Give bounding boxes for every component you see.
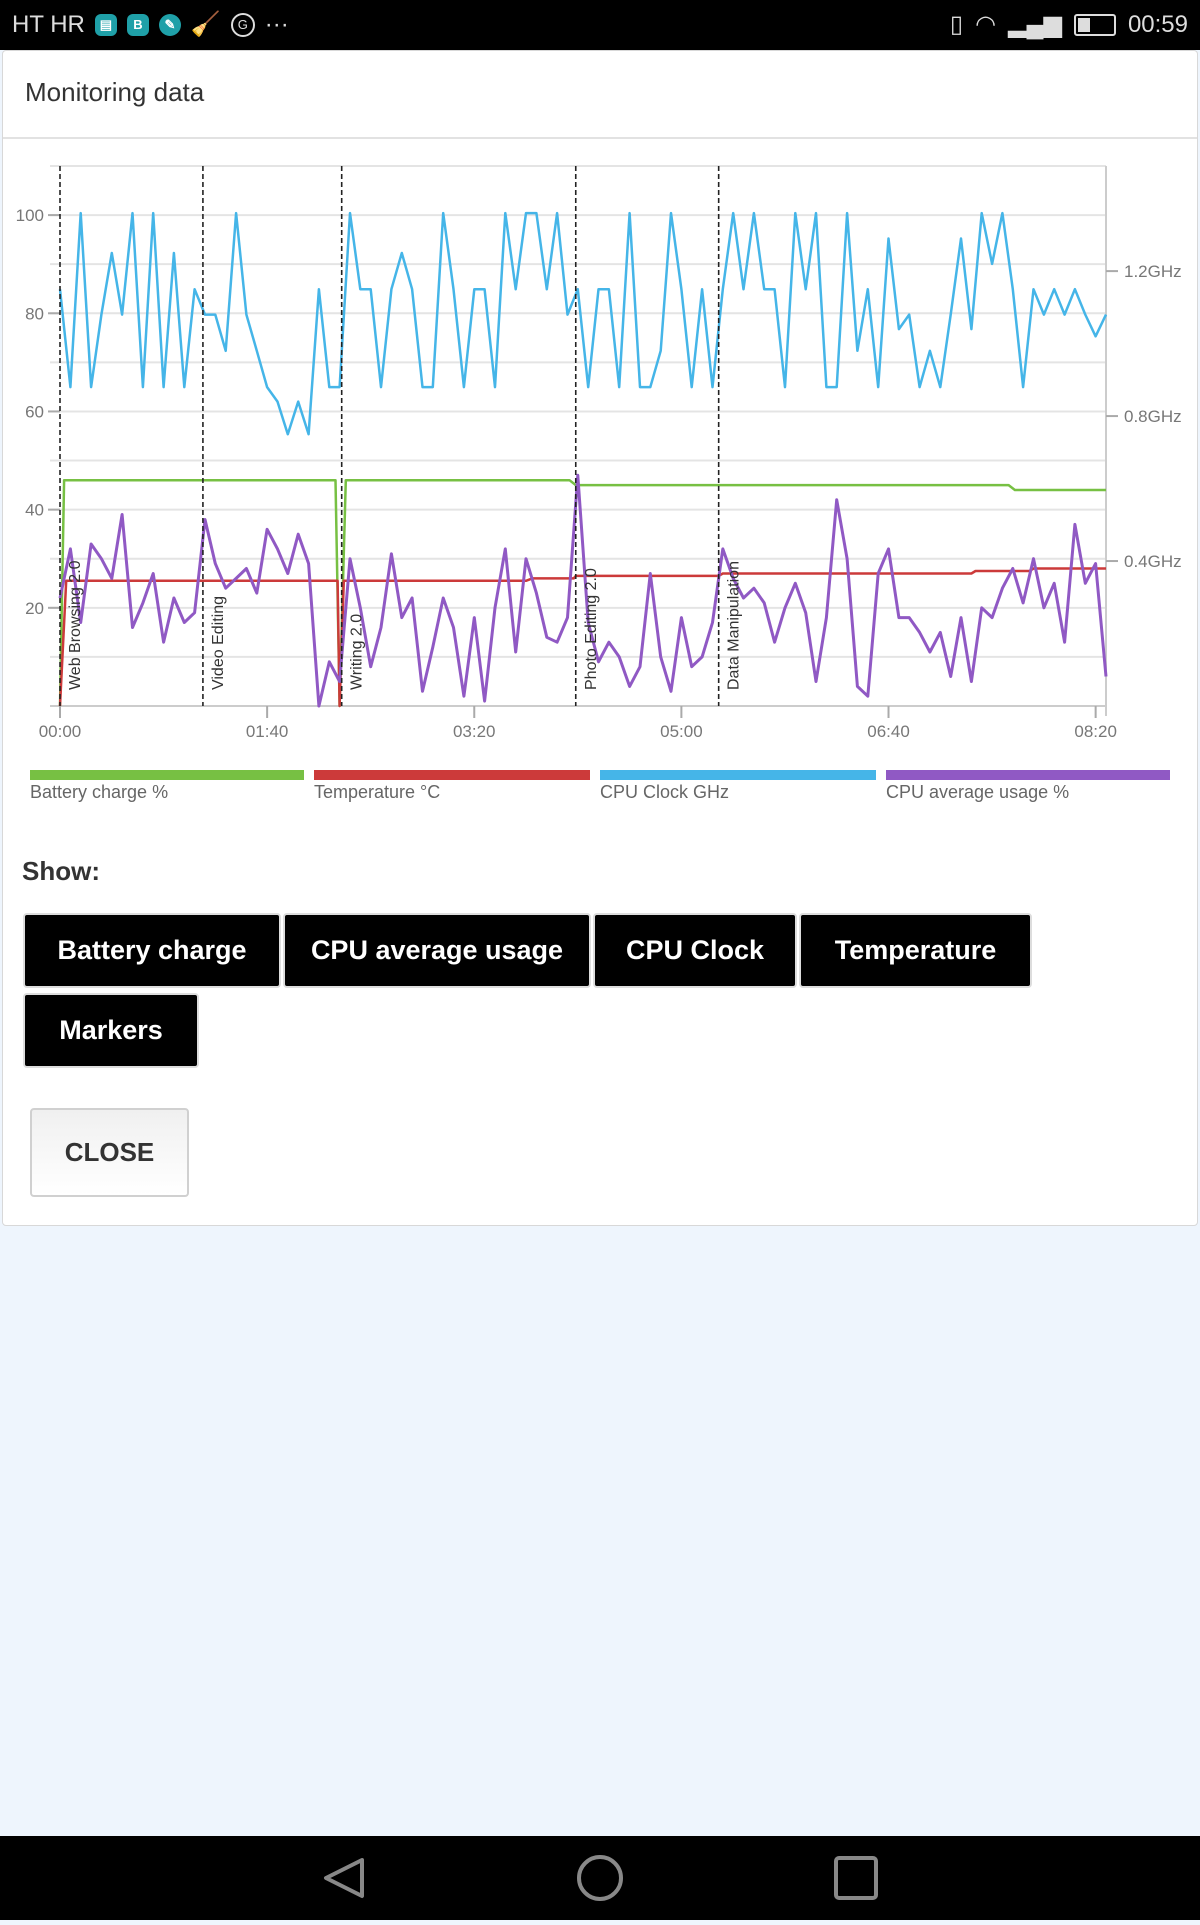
recents-icon[interactable] [834,1856,878,1900]
toggle-cpu-clock-button[interactable]: CPU Clock [593,913,797,988]
legend-swatch [30,770,304,780]
y2-tick-label: 1.2GHz [1124,262,1182,281]
y-tick-label: 100 [16,206,44,225]
legend-temperature: Temperature °C [314,770,590,810]
legend-label: CPU average usage % [886,782,1070,802]
legend-label: Temperature °C [314,782,441,802]
y-tick-label: 60 [25,402,44,421]
show-label: Show: [22,856,100,886]
legend-swatch [314,770,590,780]
marker-label: Writing 2.0 [349,614,366,690]
x-tick-label: 03:20 [453,722,496,741]
y-tick-label: 40 [25,501,44,520]
marker-label: Web Browsing 2.0 [67,560,84,690]
toggle-temperature-button[interactable]: Temperature [799,913,1032,988]
home-icon[interactable] [577,1855,623,1901]
monitoring-chart: 20 40 60 80 100 0.4GHz 0.8GHz 1.2GHz 00:00 01:40 0… [16,165,1182,741]
toggle-cpu-average-usage-button[interactable]: CPU average usage [283,913,591,988]
toggle-battery-charge-button[interactable]: Battery charge [23,913,281,988]
x-tick-label: 01:40 [246,722,289,741]
x-tick-label: 05:00 [660,722,703,741]
marker-label: Video Editing [210,596,227,690]
legend-swatch [600,770,876,780]
close-button[interactable]: CLOSE [30,1108,189,1197]
navigation-bar [0,1836,1200,1920]
y2-tick-label: 0.8GHz [1124,407,1182,426]
legend-label: CPU Clock GHz [600,782,730,802]
legend-cpu-usage: CPU average usage % [886,770,1170,810]
toggle-markers-button[interactable]: Markers [23,993,199,1068]
marker-label: Data Manipulation [726,561,743,690]
y2-tick-label: 0.4GHz [1124,552,1182,571]
legend-label: Battery charge % [30,782,169,802]
y-tick-label: 80 [25,304,44,323]
x-tick-label: 06:40 [867,722,910,741]
y-tick-label: 20 [25,599,44,618]
legend-battery: Battery charge % [30,770,304,810]
x-tick-label: 00:00 [39,722,82,741]
legend-swatch [886,770,1170,780]
back-icon[interactable] [324,1858,364,1898]
legend-cpu-clock: CPU Clock GHz [600,770,876,810]
series-line-cpu-clock-ghz [58,211,1108,436]
x-tick-label: 08:20 [1074,722,1117,741]
marker-label: Photo Editing 2.0 [583,568,600,690]
